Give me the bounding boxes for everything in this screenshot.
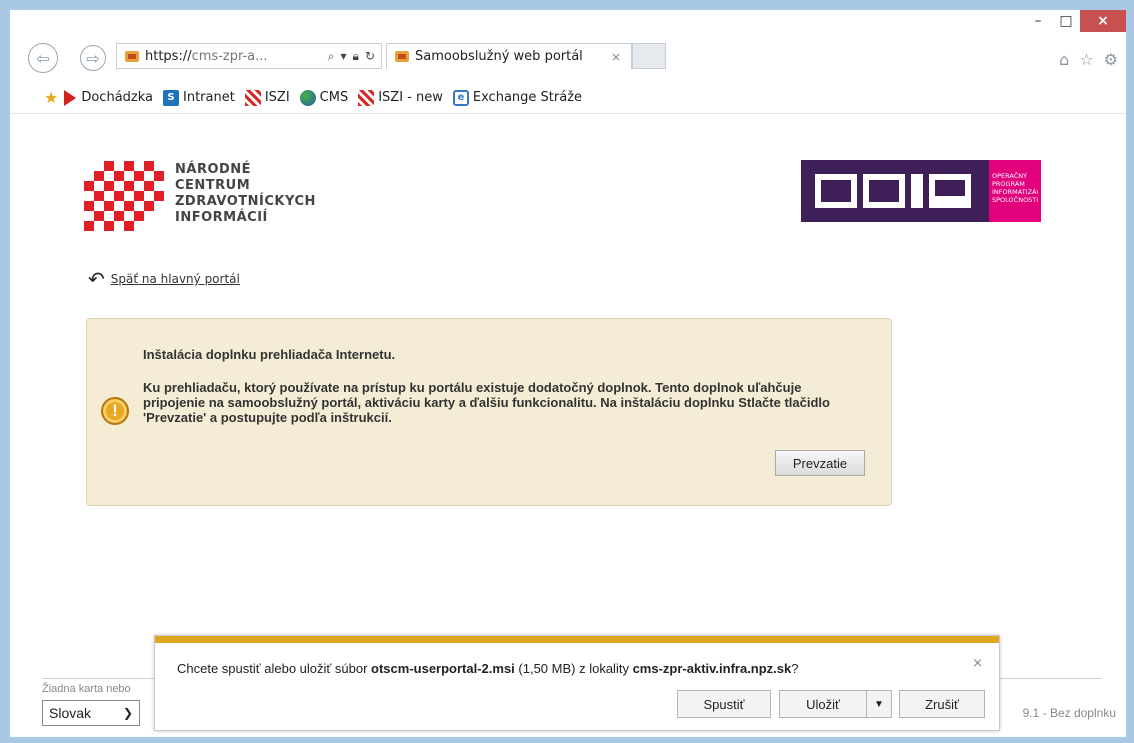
fav-iszi-new[interactable]: ISZI - new [358, 89, 443, 106]
download-filename: otscm-userportal-2.msi [371, 661, 515, 676]
back-to-portal: ↶ Späť na hlavný portál [88, 267, 240, 291]
iszi-icon [244, 89, 261, 106]
minimize-button[interactable]: – [1024, 10, 1052, 32]
oois-logo-side: OPERAČNÝ PROGRAM INFORMATIZÁCIA SPOLOČNO… [989, 160, 1041, 222]
tab-close-icon[interactable]: × [611, 50, 621, 64]
search-icon[interactable]: ⌕ [328, 49, 335, 64]
download-addon-button[interactable]: Prevzatie [775, 450, 865, 476]
language-value: Slovak [49, 705, 92, 721]
fav-intranet[interactable]: S Intranet [163, 89, 235, 106]
close-window-button[interactable]: × [1080, 10, 1126, 32]
nczi-line: ZDRAVOTNÍCKYCH [175, 194, 316, 209]
notice-title: Inštalácia doplnku prehliadača Internetu… [143, 347, 396, 362]
forward-arrow-icon: ⇨ [86, 48, 100, 68]
fav-label: Exchange Stráže [472, 90, 583, 105]
oois-side-line: PROGRAM [992, 180, 1025, 188]
nczi-line: NÁRODNÉ [175, 162, 252, 177]
download-notification-bar: Chcete spustiť alebo uložiť súbor otscm-… [154, 635, 1000, 731]
tab-title: Samoobslužný web portál [415, 49, 583, 64]
favorites-star-icon[interactable]: ☆ [1079, 50, 1093, 69]
back-to-portal-link[interactable]: Späť na hlavný portál [111, 272, 240, 286]
notification-accent [155, 636, 999, 643]
page-content: NÁRODNÉ CENTRUM ZDRAVOTNÍCKYCH INFORMÁCI… [10, 115, 1126, 737]
address-prefix: https:// [145, 48, 192, 64]
oois-side-line: OPERAČNÝ [992, 172, 1028, 180]
fav-label: ISZI - new [378, 90, 443, 105]
sharepoint-icon: S [163, 89, 180, 106]
home-icon[interactable]: ⌂ [1059, 50, 1069, 69]
tab-samoobsluzny[interactable]: Samoobslužný web portál × [386, 43, 632, 69]
favorites-bar: ★ Dochádzka S Intranet ISZI CMS ISZI - n… [10, 82, 1126, 114]
fav-dochadzka[interactable]: Dochádzka [64, 89, 154, 106]
fav-label: Intranet [183, 90, 235, 105]
forward-button[interactable]: ⇨ [80, 45, 106, 71]
address-text: https://cms-zpr-a... [145, 49, 328, 64]
download-site: cms-zpr-aktiv.infra.npz.sk [632, 661, 792, 676]
run-button[interactable]: Spustiť [677, 690, 771, 718]
nczi-logo-text: NÁRODNÉ CENTRUM ZDRAVOTNÍCKYCH INFORMÁCI… [175, 162, 316, 226]
address-bar[interactable]: https://cms-zpr-a... ⌕ ▾ 🔒︎ ↻ [116, 43, 382, 69]
fav-cms[interactable]: CMS [299, 89, 349, 106]
nczi-line: CENTRUM [175, 178, 251, 193]
language-select[interactable]: Slovak ❯ [42, 700, 140, 726]
card-status-text: Žiadna karta nebo [42, 683, 131, 695]
addon-notice: ! Inštalácia doplnku prehliadača Interne… [86, 318, 892, 506]
download-message: Chcete spustiť alebo uložiť súbor otscm-… [177, 661, 799, 676]
globe-icon [299, 89, 316, 106]
back-arrow-icon: ↶ [88, 267, 105, 291]
fav-label: ISZI [264, 90, 290, 105]
nczi-line: INFORMÁCIÍ [175, 210, 268, 225]
back-arrow-icon: ⇦ [36, 48, 50, 68]
window-frame-right [1126, 0, 1134, 743]
address-host: cms-zpr-a... [191, 48, 268, 64]
chevron-down-icon: ❯ [122, 706, 133, 720]
window-frame-left [0, 0, 10, 743]
add-favorites-icon[interactable]: ★ [44, 89, 58, 106]
maximize-button[interactable]: □ [1052, 10, 1080, 32]
browser-toolbar-icons: ⌂ ☆ ⚙ [1059, 50, 1118, 69]
fav-iszi[interactable]: ISZI [244, 89, 290, 106]
close-notification-icon[interactable]: × [972, 656, 983, 671]
chevron-down-icon: ▼ [874, 698, 884, 710]
oois-logo: OPERAČNÝ PROGRAM INFORMATIZÁCIA SPOLOČNO… [801, 160, 1041, 222]
back-button[interactable]: ⇦ [28, 43, 58, 73]
version-text: 9.1 - Bez doplnku [1022, 706, 1116, 720]
oois-logo-mark [801, 160, 989, 222]
download-msg-post: ? [791, 661, 799, 676]
oois-side-line: SPOLOČNOSTI [992, 196, 1038, 204]
fav-exchange[interactable]: e Exchange Stráže [452, 89, 583, 106]
site-favicon-icon [125, 50, 139, 62]
refresh-icon[interactable]: ↻ [365, 49, 375, 64]
download-msg-mid: (1,50 MB) z lokality [514, 661, 633, 676]
warning-icon: ! [101, 397, 129, 425]
lock-icon[interactable]: 🔒︎ [353, 49, 359, 64]
new-tab-button[interactable] [632, 43, 666, 69]
save-options-dropdown[interactable]: ▼ [866, 690, 892, 718]
nczi-logo-icon [84, 161, 164, 235]
fav-label: CMS [319, 90, 349, 105]
ie-page-icon: e [452, 89, 469, 106]
save-button[interactable]: Uložiť [779, 690, 867, 718]
address-icons: ⌕ ▾ 🔒︎ ↻ [328, 49, 381, 64]
cancel-button[interactable]: Zrušiť [899, 690, 985, 718]
notice-body: Ku prehliadaču, ktorý používate na príst… [143, 380, 830, 425]
play-icon [64, 89, 77, 106]
tab-favicon-icon [395, 51, 409, 62]
dropdown-chevron-icon[interactable]: ▾ [341, 49, 347, 64]
browser-window: – □ × ⇦ ⇨ https://cms-zpr-a... ⌕ ▾ 🔒︎ ↻ … [10, 10, 1126, 737]
download-msg-pre: Chcete spustiť alebo uložiť súbor [177, 661, 372, 676]
window-frame-bottom [0, 737, 1134, 743]
window-frame [0, 0, 1134, 10]
caption-buttons: – □ × [1024, 10, 1126, 32]
oois-side-line: INFORMATIZÁCIA [992, 188, 1038, 196]
fav-label: Dochádzka [81, 90, 154, 105]
iszi-icon [358, 89, 375, 106]
navigation-bar: ⇦ ⇨ https://cms-zpr-a... ⌕ ▾ 🔒︎ ↻ Samoob… [10, 38, 1126, 78]
settings-gear-icon[interactable]: ⚙ [1104, 50, 1118, 69]
